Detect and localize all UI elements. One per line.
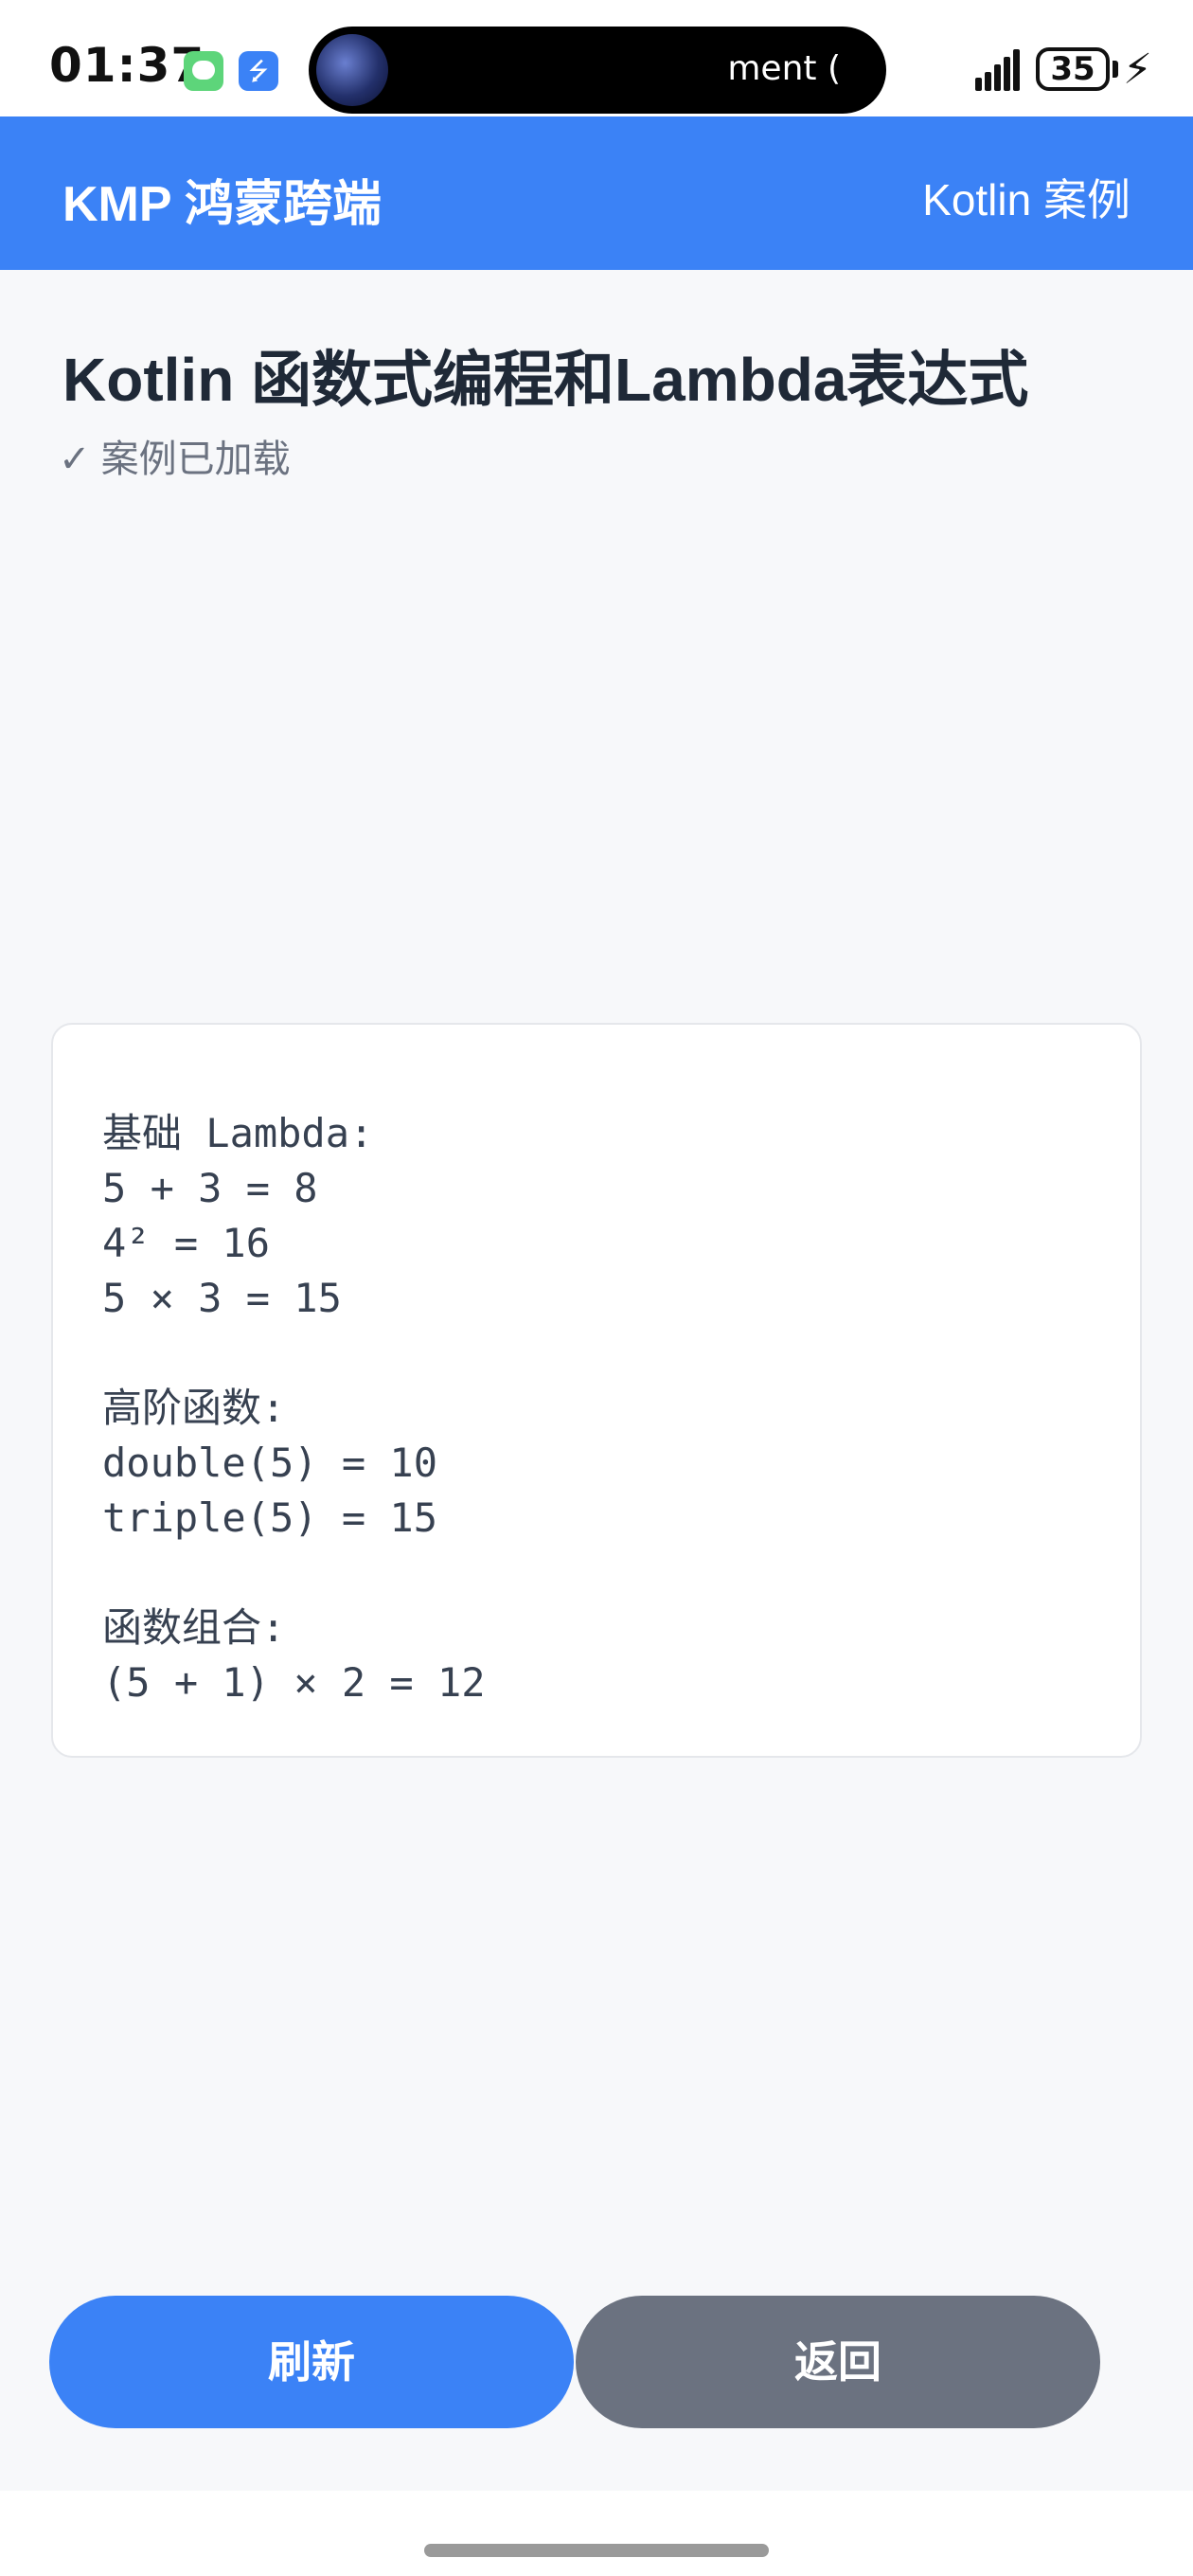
- app-bar: KMP 鸿蒙跨端 Kotlin 案例: [0, 116, 1193, 270]
- battery-tip: [1113, 61, 1118, 78]
- chat-app-icon: [184, 51, 223, 91]
- app-bar-case-label: Kotlin 案例: [922, 175, 1131, 224]
- usb-icon: ⭍: [239, 51, 278, 91]
- charging-bolt-icon: ⚡: [1123, 46, 1152, 93]
- load-status-text: ✓ 案例已加载: [59, 438, 291, 480]
- output-card: 基础 Lambda: 5 + 3 = 8 4² = 16 5 × 3 = 15 …: [51, 1023, 1142, 1758]
- output-text: 基础 Lambda: 5 + 3 = 8 4² = 16 5 × 3 = 15 …: [102, 1110, 486, 1706]
- app-bar-title: KMP 鸿蒙跨端: [62, 177, 383, 232]
- home-indicator[interactable]: [424, 2544, 769, 2557]
- dynamic-island[interactable]: ment (: [309, 27, 886, 114]
- signal-icon: [975, 49, 1024, 91]
- back-button[interactable]: 返回: [576, 2296, 1100, 2428]
- status-bar: 01:37 ⭍ ment ( 35 ⚡: [0, 0, 1193, 116]
- battery-icon: 35: [1036, 47, 1110, 91]
- island-text: ment (: [727, 49, 841, 88]
- status-time: 01:37: [49, 38, 205, 93]
- bottom-safe-area: [0, 2491, 1193, 2576]
- page-title: Kotlin 函数式编程和Lambda表达式: [62, 346, 1029, 414]
- media-artwork-icon: [316, 34, 388, 106]
- refresh-button[interactable]: 刷新: [49, 2296, 574, 2428]
